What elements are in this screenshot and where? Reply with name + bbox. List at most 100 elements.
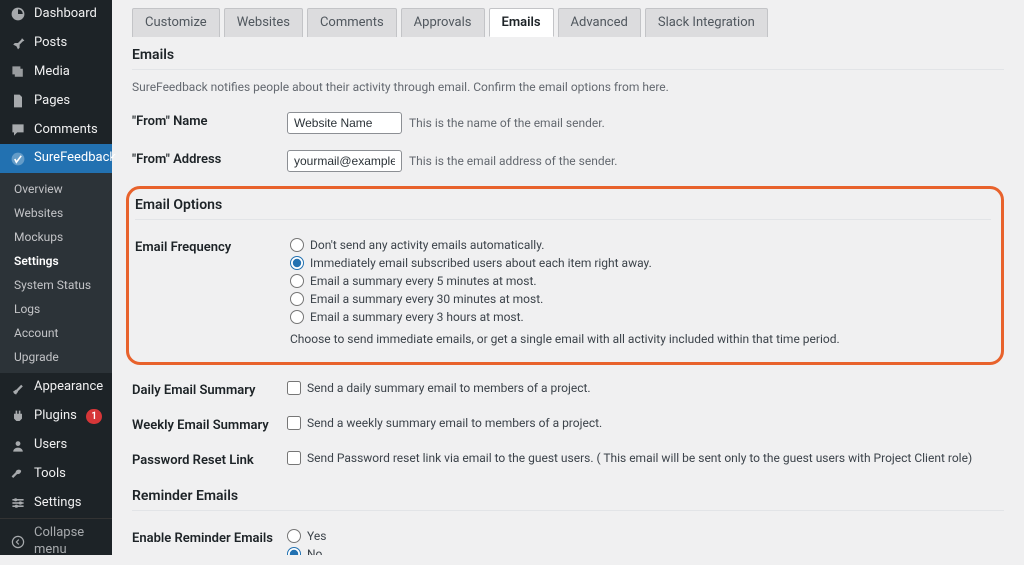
nav-label: Media — [34, 64, 102, 81]
nav-plugins[interactable]: Plugins 1 — [0, 402, 112, 431]
daily-summary-checkbox[interactable] — [287, 381, 301, 395]
surefeedback-submenu: Overview Websites Mockups Settings Syste… — [0, 173, 112, 373]
nav-surefeedback[interactable]: SureFeedback — [0, 144, 112, 173]
nav-users[interactable]: Users — [0, 431, 112, 460]
daily-summary-label: Daily Email Summary — [132, 373, 287, 408]
brush-icon — [10, 380, 26, 396]
tab-slack[interactable]: Slack Integration — [645, 8, 768, 37]
divider — [135, 219, 991, 220]
admin-sidebar: Dashboard Posts Media Pages Comments Sur… — [0, 0, 112, 555]
user-icon — [10, 438, 26, 454]
surefeedback-icon — [10, 151, 26, 167]
freq-opt-label: Immediately email subscribed users about… — [310, 256, 652, 270]
nav-label: Settings — [34, 495, 102, 512]
dashboard-icon — [10, 6, 26, 22]
from-name-input[interactable] — [287, 112, 402, 134]
tab-emails[interactable]: Emails — [489, 8, 554, 37]
plugin-icon — [10, 409, 26, 425]
media-icon — [10, 64, 26, 80]
email-sender-table: "From" Name This is the name of the emai… — [132, 104, 1004, 180]
divider — [132, 510, 1004, 511]
emails-description: SureFeedback notifies people about their… — [132, 80, 1004, 94]
reminder-table: Enable Reminder Emails Yes No — [132, 521, 1004, 555]
emails-heading: Emails — [132, 47, 1004, 63]
nav-label: SureFeedback — [34, 150, 116, 167]
nav-label: Pages — [34, 93, 102, 110]
subnav-overview[interactable]: Overview — [0, 177, 112, 201]
from-name-label: "From" Name — [132, 104, 287, 142]
weekly-summary-checkbox[interactable] — [287, 416, 301, 430]
weekly-summary-label: Weekly Email Summary — [132, 408, 287, 443]
settings-icon — [10, 495, 26, 511]
tab-websites[interactable]: Websites — [224, 8, 303, 37]
subnav-settings[interactable]: Settings — [0, 249, 112, 273]
reminder-heading: Reminder Emails — [132, 488, 1004, 504]
freq-opt-label: Email a summary every 3 hours at most. — [310, 310, 524, 324]
freq-radio-none[interactable] — [290, 238, 304, 252]
nav-comments[interactable]: Comments — [0, 116, 112, 145]
subnav-account[interactable]: Account — [0, 321, 112, 345]
tab-advanced[interactable]: Advanced — [558, 8, 641, 37]
freq-opt-label: Email a summary every 5 minutes at most. — [310, 274, 537, 288]
nav-label: Plugins — [34, 408, 78, 425]
enable-reminder-label: Enable Reminder Emails — [132, 521, 287, 555]
email-summaries-table: Daily Email Summary Send a daily summary… — [132, 373, 1004, 478]
freq-radio-3hr[interactable] — [290, 310, 304, 324]
page-icon — [10, 93, 26, 109]
pin-icon — [10, 35, 26, 51]
nav-posts[interactable]: Posts — [0, 29, 112, 58]
from-address-input[interactable] — [287, 150, 402, 172]
email-options-highlight: Email Options Email Frequency Don't send… — [126, 186, 1004, 365]
wrench-icon — [10, 466, 26, 482]
freq-radio-immediate[interactable] — [290, 256, 304, 270]
reminder-yes-label: Yes — [307, 529, 326, 543]
nav-label: Users — [34, 437, 102, 454]
subnav-websites[interactable]: Websites — [0, 201, 112, 225]
tab-customize[interactable]: Customize — [132, 8, 220, 37]
freq-note: Choose to send immediate emails, or get … — [290, 332, 991, 346]
password-reset-checkbox[interactable] — [287, 451, 301, 465]
subnav-upgrade[interactable]: Upgrade — [0, 345, 112, 369]
subnav-mockups[interactable]: Mockups — [0, 225, 112, 249]
freq-radio-30min[interactable] — [290, 292, 304, 306]
password-reset-text: Send Password reset link via email to th… — [307, 451, 972, 465]
divider — [132, 69, 1004, 70]
nav-settings[interactable]: Settings — [0, 489, 112, 518]
tab-comments[interactable]: Comments — [307, 8, 397, 37]
nav-media[interactable]: Media — [0, 58, 112, 87]
freq-radio-5min[interactable] — [290, 274, 304, 288]
weekly-summary-text: Send a weekly summary email to members o… — [307, 416, 602, 430]
nav-label: Posts — [34, 35, 102, 52]
main-content: Customize Websites Comments Approvals Em… — [112, 0, 1024, 555]
nav-label: Appearance — [34, 379, 103, 396]
subnav-logs[interactable]: Logs — [0, 297, 112, 321]
collapse-icon — [10, 534, 26, 550]
from-name-hint: This is the name of the email sender. — [409, 116, 605, 130]
nav-tools[interactable]: Tools — [0, 460, 112, 489]
nav-label: Dashboard — [34, 6, 102, 23]
nav-label: Comments — [34, 122, 102, 139]
freq-opt-label: Email a summary every 30 minutes at most… — [310, 292, 543, 306]
email-options-table: Email Frequency Don't send any activity … — [135, 230, 991, 354]
from-address-label: "From" Address — [132, 142, 287, 180]
nav-label: Tools — [34, 466, 102, 483]
freq-opt-label: Don't send any activity emails automatic… — [310, 238, 544, 252]
email-options-heading: Email Options — [135, 197, 991, 213]
nav-dashboard[interactable]: Dashboard — [0, 0, 112, 29]
subnav-system-status[interactable]: System Status — [0, 273, 112, 297]
reminder-radio-no[interactable] — [287, 547, 301, 555]
daily-summary-text: Send a daily summary email to members of… — [307, 381, 591, 395]
reminder-no-label: No — [307, 547, 322, 555]
nav-collapse[interactable]: Collapse menu — [0, 518, 112, 565]
settings-tabs: Customize Websites Comments Approvals Em… — [132, 8, 1004, 37]
password-reset-label: Password Reset Link — [132, 443, 287, 478]
email-frequency-label: Email Frequency — [135, 230, 290, 354]
nav-appearance[interactable]: Appearance — [0, 373, 112, 402]
tab-approvals[interactable]: Approvals — [401, 8, 485, 37]
nav-pages[interactable]: Pages — [0, 87, 112, 116]
reminder-radio-yes[interactable] — [287, 529, 301, 543]
plugins-badge: 1 — [86, 409, 102, 424]
from-address-hint: This is the email address of the sender. — [409, 154, 617, 168]
nav-label: Collapse menu — [34, 525, 102, 559]
comment-icon — [10, 122, 26, 138]
